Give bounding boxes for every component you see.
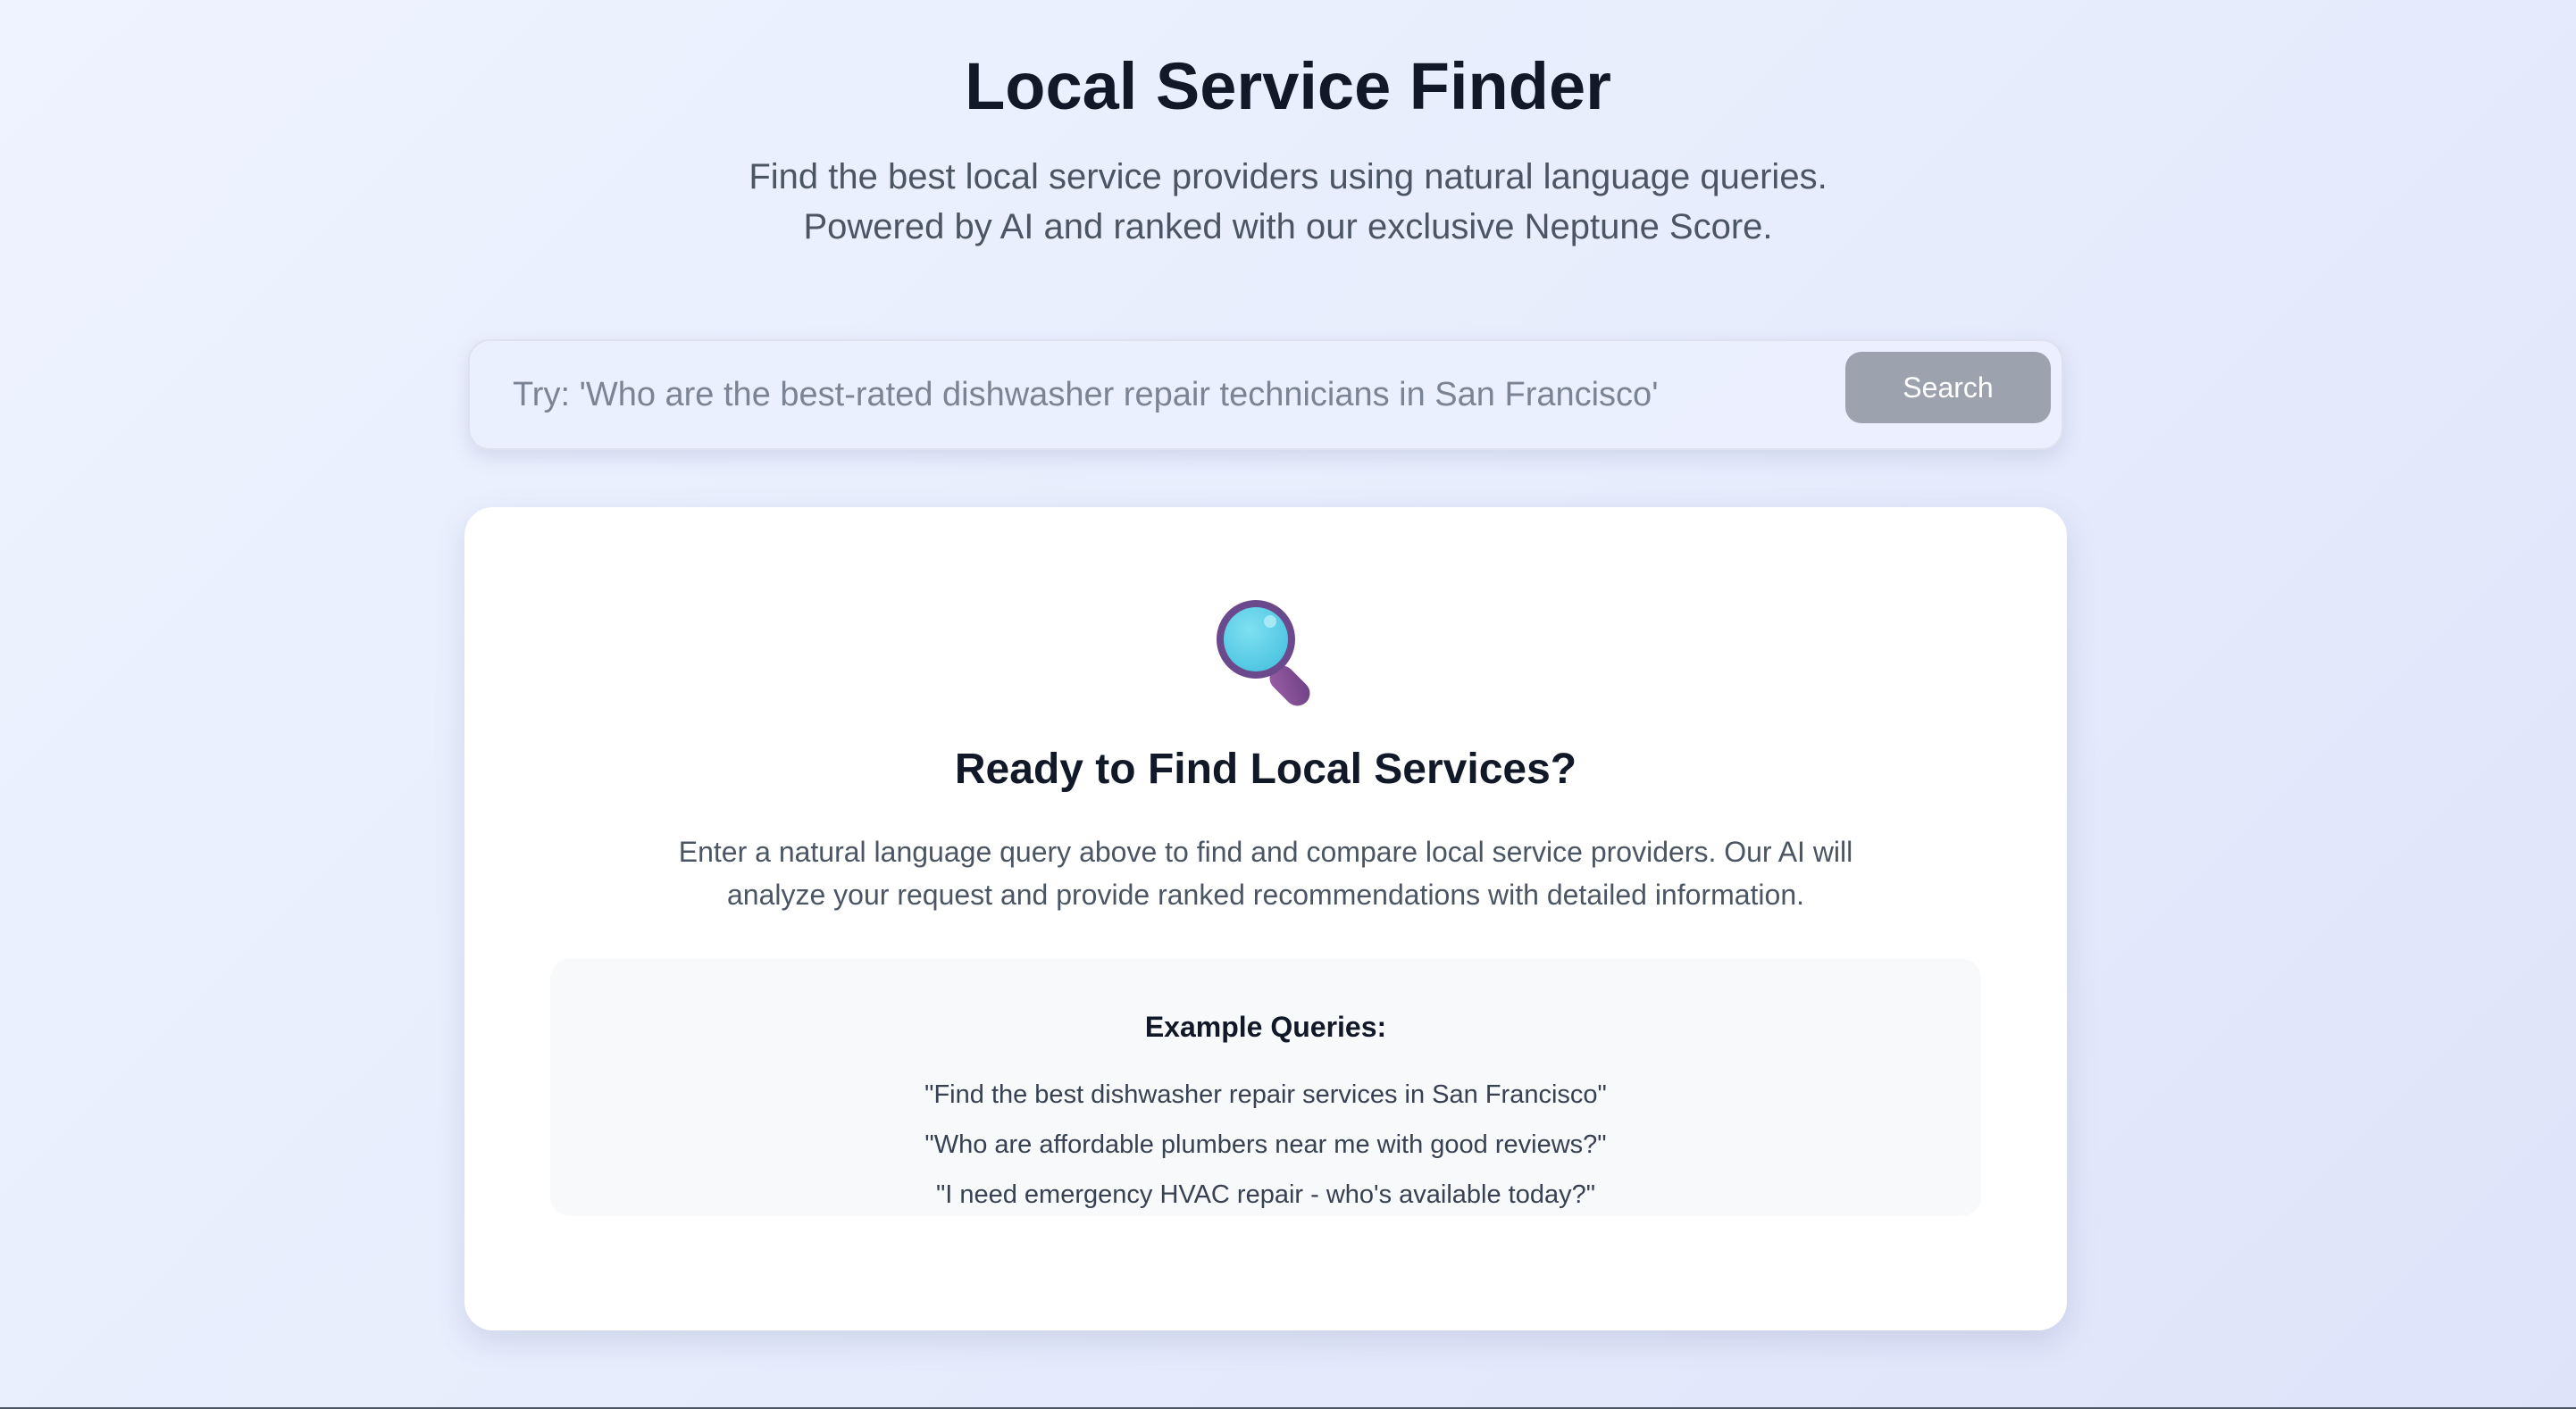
magnifying-glass-icon [1217,600,1310,706]
page: Local Service Finder Find the best local… [0,0,2576,1407]
empty-state-description: Enter a natural language query above to … [678,836,1853,911]
search-button[interactable]: Search [1845,352,2051,423]
search-bar: Search [468,339,2063,450]
example-query-3[interactable]: "I need emergency HVAC repair - who's av… [550,1170,1981,1220]
subtitle-line-2: Powered by AI and ranked with our exclus… [803,207,1773,246]
search-input[interactable] [513,364,1835,425]
page-title: Local Service Finder [965,49,1611,123]
example-queries-list: "Find the best dishwasher repair service… [550,1070,1981,1220]
empty-state-card: Ready to Find Local Services? Enter a na… [464,507,2067,1330]
example-query-1[interactable]: "Find the best dishwasher repair service… [550,1070,1981,1120]
example-query-2[interactable]: "Who are affordable plumbers near me wit… [550,1120,1981,1170]
example-queries-title: Example Queries: [1144,1011,1387,1043]
page-subtitle: Find the best local service providers us… [0,152,2576,252]
empty-state-title: Ready to Find Local Services? [954,746,1577,793]
subtitle-line-1: Find the best local service providers us… [749,157,1827,196]
example-queries-box: Example Queries: "Find the best dishwash… [550,959,1981,1216]
